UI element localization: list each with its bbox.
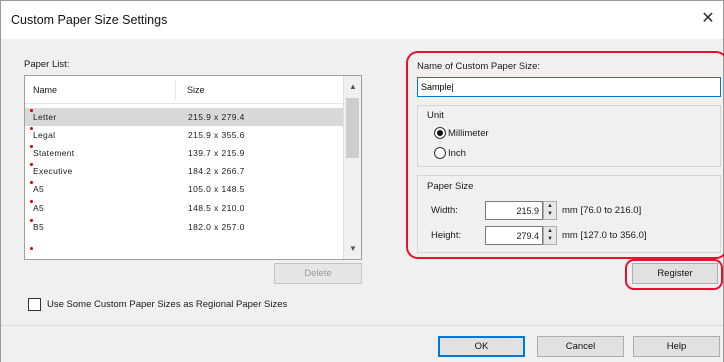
row-size: 182.0 x 257.0 — [188, 222, 245, 232]
paper-list[interactable]: Name Size Letter 215.9 x 279.4 Legal 215… — [24, 75, 362, 260]
paper-list-row[interactable]: A5 148.5 x 210.0 — [25, 199, 343, 217]
paper-list-row[interactable]: B5 182.0 x 257.0 — [25, 218, 343, 236]
regional-paper-checkbox[interactable] — [28, 298, 41, 311]
paper-size-group-label: Paper Size — [427, 181, 474, 192]
spin-up-icon[interactable]: ▲ — [547, 203, 553, 210]
custom-name-input[interactable] — [417, 77, 721, 97]
inch-radio[interactable] — [434, 147, 446, 159]
scroll-down-icon[interactable]: ▼ — [344, 240, 361, 258]
custom-paper-size-dialog: Custom Paper Size Settings ✕ Paper List:… — [0, 0, 724, 362]
width-input[interactable]: 215.9 — [485, 201, 543, 220]
row-size: 148.5 x 210.0 — [188, 203, 245, 213]
column-separator[interactable] — [175, 80, 176, 100]
paper-list-label: Paper List: — [24, 59, 70, 70]
row-name: Letter — [33, 112, 57, 122]
paper-list-header: Name Size — [25, 76, 343, 104]
scrollbar-thumb[interactable] — [346, 98, 359, 158]
row-size: 139.7 x 215.9 — [188, 148, 245, 158]
dialog-title: Custom Paper Size Settings — [11, 13, 168, 27]
height-label: Height: — [431, 230, 462, 241]
paper-list-row[interactable]: Legal 215.9 x 355.6 — [25, 126, 343, 144]
delete-button[interactable]: Delete — [274, 263, 362, 284]
column-header-name[interactable]: Name — [33, 85, 57, 95]
spin-down-icon[interactable]: ▼ — [547, 211, 553, 218]
row-name: Legal — [33, 130, 56, 140]
paper-list-row[interactable]: Letter 215.9 x 279.4 — [25, 108, 343, 126]
paper-list-row-partial[interactable] — [25, 246, 343, 259]
width-label: Width: — [431, 205, 458, 216]
paper-list-row[interactable]: A5 105.0 x 148.5 — [25, 180, 343, 198]
height-spinner[interactable]: ▲ ▼ — [543, 226, 557, 245]
paper-list-scrollbar[interactable]: ▲ ▼ — [343, 76, 361, 259]
width-range-label: mm [76.0 to 216.0] — [562, 205, 642, 216]
row-size: 215.9 x 355.6 — [188, 130, 245, 140]
row-name: Statement — [33, 148, 75, 158]
spin-down-icon[interactable]: ▼ — [547, 236, 553, 243]
row-name: B5 — [33, 222, 44, 232]
cancel-button[interactable]: Cancel — [537, 336, 624, 357]
inch-radio-label: Inch — [448, 148, 466, 159]
paper-list-row[interactable]: Statement 139.7 x 215.9 — [25, 144, 343, 162]
paper-list-row[interactable]: Executive 184.2 x 266.7 — [25, 162, 343, 180]
height-input[interactable]: 279.4 — [485, 226, 543, 245]
ok-button[interactable]: OK — [438, 336, 525, 357]
spin-up-icon[interactable]: ▲ — [547, 228, 553, 235]
millimeter-radio-label: Millimeter — [448, 128, 489, 139]
unit-group-label: Unit — [427, 110, 444, 121]
row-size: 184.2 x 266.7 — [188, 166, 245, 176]
width-spinner[interactable]: ▲ ▼ — [543, 201, 557, 220]
millimeter-radio[interactable] — [434, 127, 446, 139]
required-marker-icon — [30, 247, 33, 250]
row-name: A5 — [33, 184, 44, 194]
custom-name-label: Name of Custom Paper Size: — [417, 61, 541, 72]
regional-paper-checkbox-label: Use Some Custom Paper Sizes as Regional … — [47, 299, 288, 310]
title-bar: Custom Paper Size Settings ✕ — [1, 1, 723, 39]
row-size: 105.0 x 148.5 — [188, 184, 245, 194]
register-button[interactable]: Register — [632, 263, 718, 284]
scroll-up-icon[interactable]: ▲ — [344, 78, 361, 96]
column-header-size[interactable]: Size — [187, 85, 205, 95]
row-name: Executive — [33, 166, 73, 176]
close-icon[interactable]: ✕ — [697, 8, 719, 30]
row-name: A5 — [33, 203, 44, 213]
help-button[interactable]: Help — [633, 336, 720, 357]
row-size: 215.9 x 279.4 — [188, 112, 245, 122]
height-range-label: mm [127.0 to 356.0] — [562, 230, 647, 241]
